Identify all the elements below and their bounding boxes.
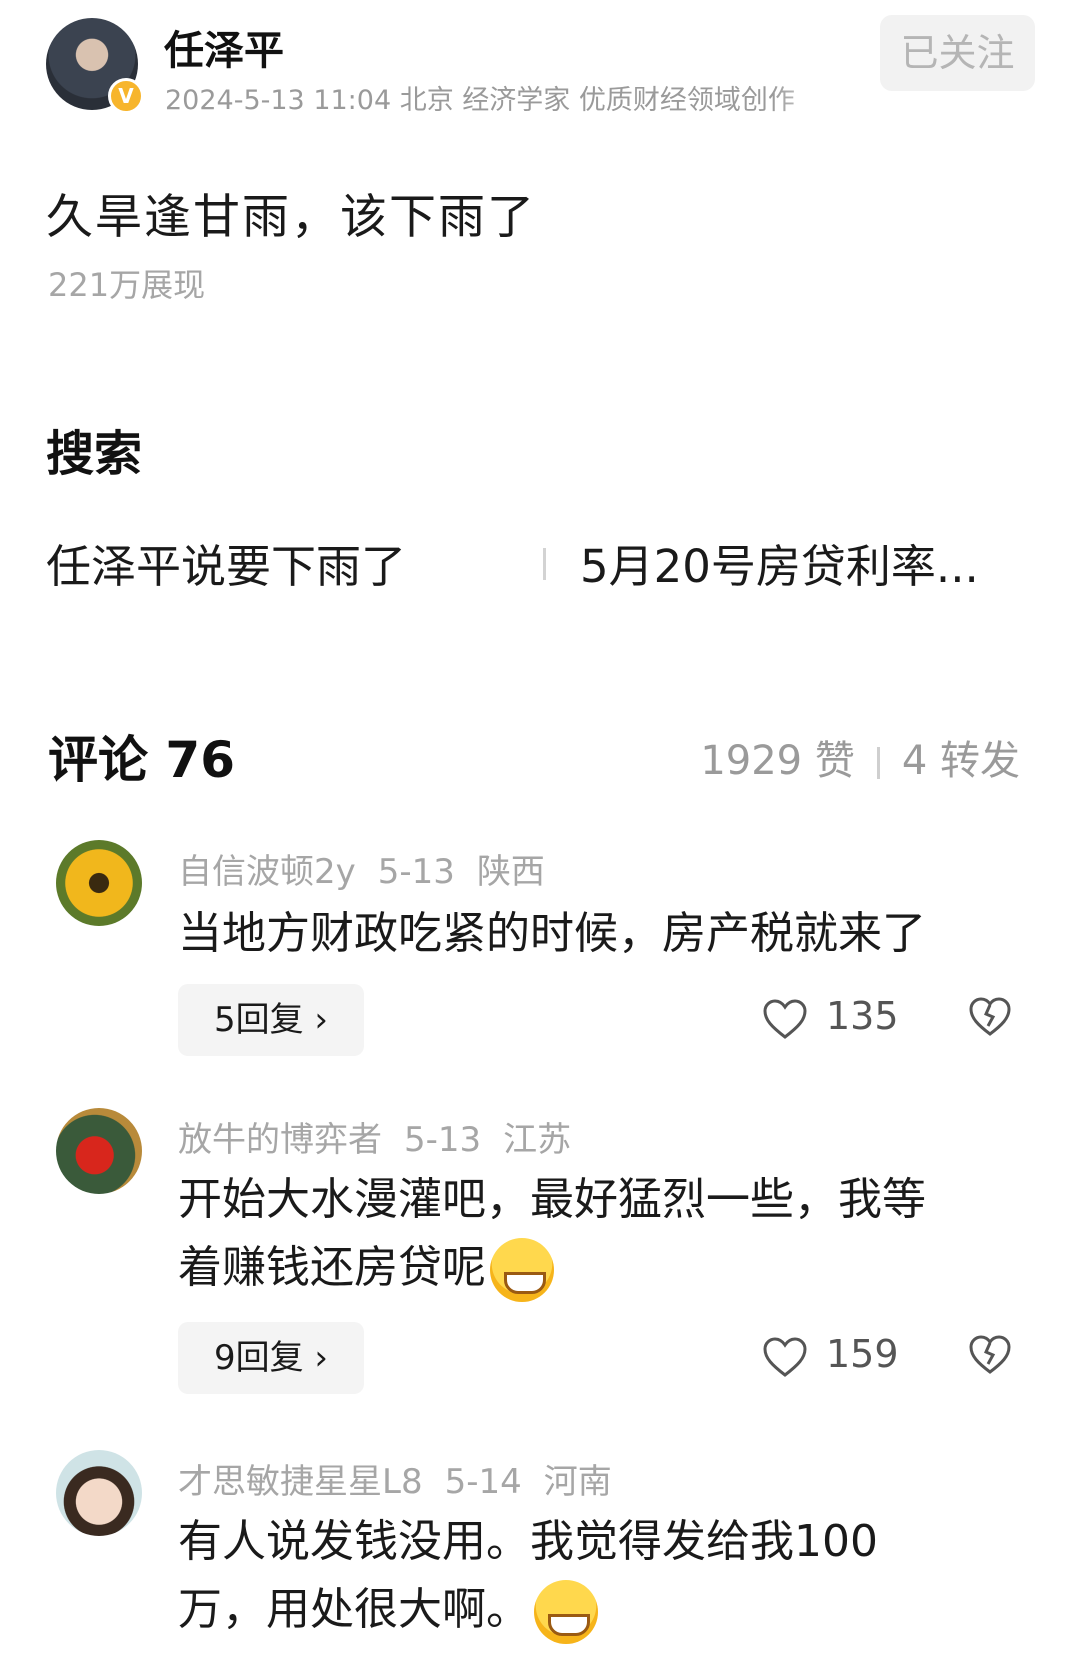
comment-text: 当地方财政吃紧的时候，房产税就来了 xyxy=(178,908,926,959)
search-suggestion[interactable]: 任泽平说要下雨了 xyxy=(46,530,406,595)
search-suggestion[interactable]: 5月20号房贷利率... xyxy=(580,530,979,595)
comment-meta: 自信波顿2y 5-13 陕西 xyxy=(178,844,545,893)
follow-button[interactable]: 已关注 xyxy=(880,15,1035,91)
divider xyxy=(876,747,880,779)
commenter-avatar[interactable] xyxy=(56,1450,142,1536)
laughing-crying-emoji-icon xyxy=(490,1238,554,1302)
comment-text-span: 着赚钱还房贷呢 xyxy=(178,1242,486,1293)
author-name[interactable]: 任泽平 xyxy=(164,18,284,76)
like-count: 135 xyxy=(826,994,899,1038)
comments-title: 评论 76 xyxy=(48,731,235,789)
comment-location: 河南 xyxy=(543,1462,612,1502)
comment-text-line: 有人说发钱没用。我觉得发给我100 xyxy=(178,1516,878,1567)
post-detail-page: V 任泽平 2024-5-13 11:04 北京 经济学家 优质财经领域创作 已… xyxy=(0,0,1080,1676)
reposts-count[interactable]: 4 转发 xyxy=(902,738,1020,784)
author-avatar[interactable]: V xyxy=(46,18,144,114)
commenter-avatar[interactable] xyxy=(56,1108,142,1194)
comment-location: 江苏 xyxy=(503,1120,572,1160)
impressions-count: 221万展现 xyxy=(48,266,206,304)
broken-heart-icon[interactable] xyxy=(968,1334,1012,1376)
comment-text: 开始大水漫灌吧，最好猛烈一些，我等 着赚钱还房贷呢 xyxy=(178,1166,1008,1302)
replies-button[interactable]: 9回复 › xyxy=(178,1322,364,1394)
like-count: 159 xyxy=(826,1332,899,1376)
comment-meta: 才思敏捷星星L8 5-14 河南 xyxy=(178,1454,612,1503)
commenter-name[interactable]: 才思敏捷星星L8 xyxy=(178,1462,423,1502)
grinning-emoji-icon xyxy=(534,1580,598,1644)
divider xyxy=(543,548,546,580)
comment-text-line: 万，用处很大啊。 xyxy=(178,1576,1008,1644)
broken-heart-icon[interactable] xyxy=(968,996,1012,1038)
heart-icon xyxy=(763,999,807,1039)
commenter-name[interactable]: 自信波顿2y xyxy=(178,852,356,892)
verified-badge-icon: V xyxy=(108,78,144,114)
likes-count[interactable]: 1929 赞 xyxy=(700,738,855,784)
comment-text-span: 万，用处很大啊。 xyxy=(178,1584,530,1635)
search-section-title: 搜索 xyxy=(46,426,143,482)
replies-button[interactable]: 5回复 › xyxy=(178,984,364,1056)
post-header: V 任泽平 2024-5-13 11:04 北京 经济学家 优质财经领域创作 已… xyxy=(0,0,1080,130)
comment-meta: 放牛的博弈者 5-13 江苏 xyxy=(178,1112,571,1161)
post-meta: 2024-5-13 11:04 北京 经济学家 优质财经领域创作 xyxy=(165,85,795,116)
comment-date: 5-13 xyxy=(377,852,455,892)
search-suggestions: 任泽平说要下雨了 5月20号房贷利率... xyxy=(0,530,1080,593)
comment-text-line: 开始大水漫灌吧，最好猛烈一些，我等 xyxy=(178,1174,926,1225)
commenter-avatar[interactable] xyxy=(56,840,142,926)
comment-date: 5-13 xyxy=(404,1120,482,1160)
heart-icon xyxy=(763,1337,807,1377)
comment-text: 有人说发钱没用。我觉得发给我100 万，用处很大啊。 xyxy=(178,1508,1008,1644)
comment-date: 5-14 xyxy=(444,1462,522,1502)
comment-location: 陕西 xyxy=(476,852,545,892)
comment-text-line: 着赚钱还房贷呢 xyxy=(178,1234,1008,1302)
post-stats: 1929 赞 4 转发 xyxy=(700,728,1020,786)
commenter-name[interactable]: 放牛的博弈者 xyxy=(178,1120,382,1160)
post-text: 久旱逢甘雨，该下雨了 xyxy=(46,190,536,245)
